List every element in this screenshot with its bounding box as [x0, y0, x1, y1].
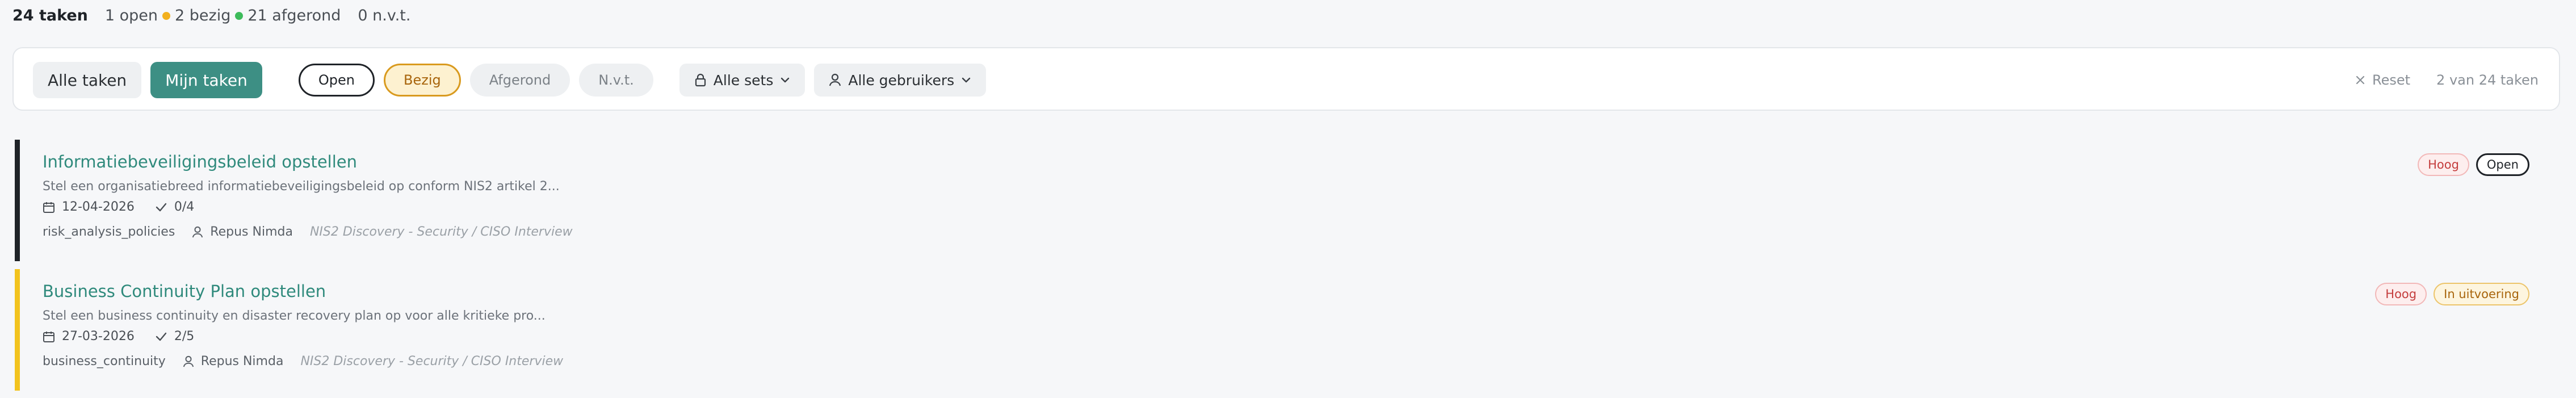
- filter-pill-afgerond[interactable]: Afgerond: [469, 64, 570, 97]
- task-assignee: Repus Nimda: [192, 225, 293, 239]
- open-count-label: 1 open: [104, 7, 158, 24]
- close-icon: [2355, 75, 2365, 85]
- task-category: business_continuity: [43, 354, 166, 368]
- task-checklist: 2/5: [155, 329, 194, 343]
- busy-count-label: 2 bezig: [175, 7, 231, 24]
- task-title[interactable]: Informatiebeveiligingsbeleid opstellen: [43, 152, 357, 171]
- task-source: NIS2 Discovery - Security / CISO Intervi…: [309, 225, 573, 239]
- done-status-dot-icon: [235, 11, 244, 20]
- done-count-label: 21 afgerond: [247, 7, 341, 24]
- task-description: Stel een business continuity en disaster…: [43, 309, 546, 323]
- checklist-value: 0/4: [174, 200, 195, 214]
- tab-all-tasks[interactable]: Alle taken: [33, 62, 142, 98]
- sets-dropdown[interactable]: Alle sets: [679, 64, 805, 97]
- task-card[interactable]: Informatiebeveiligingsbeleid opstellen S…: [15, 140, 2560, 261]
- task-category: risk_analysis_policies: [43, 225, 175, 239]
- reset-label: Reset: [2372, 72, 2411, 88]
- user-icon: [192, 226, 203, 238]
- tab-my-tasks[interactable]: Mijn taken: [150, 62, 262, 98]
- calendar-icon: [43, 330, 55, 343]
- na-count: 0 n.v.t.: [358, 7, 411, 24]
- users-dropdown-label: Alle gebruikers: [848, 72, 955, 89]
- task-assignee: Repus Nimda: [183, 354, 284, 368]
- user-icon: [829, 73, 841, 87]
- task-title[interactable]: Business Continuity Plan opstellen: [43, 282, 326, 301]
- task-source: NIS2 Discovery - Security / CISO Intervi…: [300, 354, 564, 368]
- status-badge: In uitvoering: [2434, 283, 2529, 305]
- due-date-value: 12-04-2026: [62, 200, 135, 214]
- sets-dropdown-label: Alle sets: [713, 72, 774, 89]
- due-date-value: 27-03-2026: [62, 329, 135, 343]
- reset-button[interactable]: Reset: [2355, 72, 2410, 88]
- task-checklist: 0/4: [155, 200, 194, 214]
- chevron-down-icon: [780, 77, 790, 83]
- user-icon: [183, 355, 194, 368]
- busy-status-dot-icon: [162, 11, 171, 20]
- status-badge: Open: [2476, 153, 2529, 176]
- task-summary: 24 taken 1 open 2 bezig 21 afgerond 0 n.…: [12, 7, 410, 24]
- total-count: 24 taken: [12, 7, 88, 24]
- assignee-name: Repus Nimda: [210, 225, 293, 239]
- users-dropdown[interactable]: Alle gebruikers: [814, 64, 987, 97]
- chevron-down-icon: [961, 77, 971, 83]
- priority-badge: Hoog: [2375, 283, 2427, 305]
- task-card[interactable]: Business Continuity Plan opstellen Stel …: [15, 269, 2560, 391]
- filter-pill-bezig[interactable]: Bezig: [383, 64, 461, 97]
- task-due-date: 27-03-2026: [43, 329, 135, 343]
- assignee-name: Repus Nimda: [200, 354, 284, 368]
- task-due-date: 12-04-2026: [43, 200, 135, 214]
- results-count: 2 van 24 taken: [2436, 72, 2539, 88]
- task-description: Stel een organisatiebreed informatiebeve…: [43, 179, 560, 194]
- check-icon: [155, 202, 167, 212]
- priority-badge: Hoog: [2418, 153, 2469, 176]
- filter-pill-open[interactable]: Open: [298, 64, 375, 97]
- filter-bar: Alle taken Mijn taken Open Bezig Afgeron…: [12, 47, 2560, 111]
- checklist-value: 2/5: [174, 329, 195, 343]
- check-icon: [155, 332, 167, 342]
- lock-icon: [694, 73, 707, 87]
- open-count: 1 open 2 bezig 21 afgerond: [105, 7, 341, 24]
- filter-pill-nvt[interactable]: N.v.t.: [579, 64, 653, 97]
- calendar-icon: [43, 201, 55, 213]
